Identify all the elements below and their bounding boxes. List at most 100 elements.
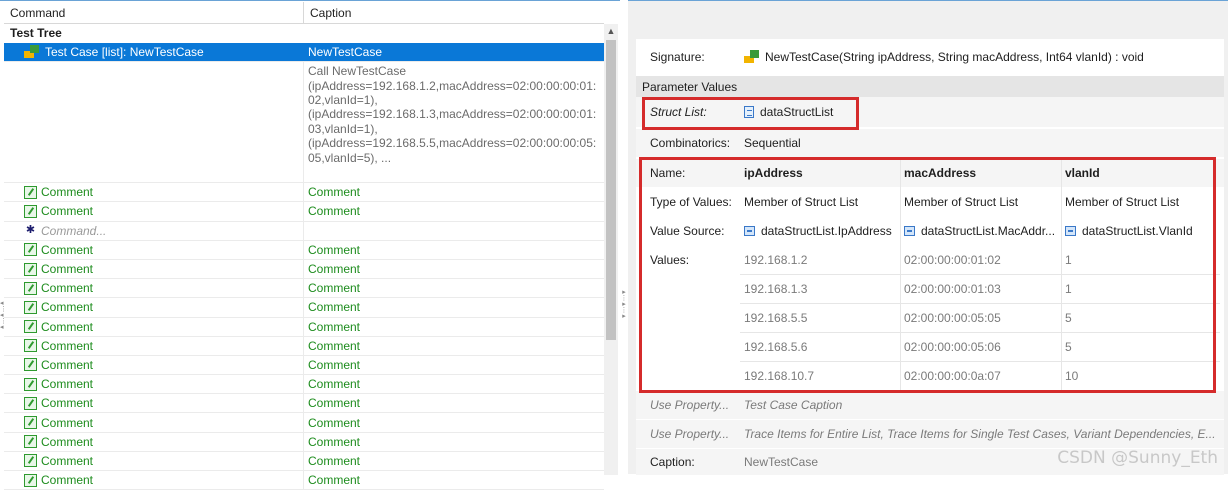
comment-caption: Comment	[308, 357, 361, 372]
properties-panel: Signature: NewTestCase(String ipAddress,…	[636, 39, 1224, 475]
use-property-value: Test Case Caption	[744, 398, 843, 412]
comment-caption: Comment	[308, 396, 361, 411]
comment-command: Comment	[41, 319, 94, 334]
comment-command: Comment	[41, 396, 94, 411]
comment-icon	[24, 473, 37, 487]
comment-icon	[24, 339, 37, 353]
comment-caption: Comment	[308, 338, 361, 353]
comment-icon	[24, 243, 37, 257]
comment-command: Comment	[41, 357, 94, 372]
comment-icon	[24, 377, 37, 391]
comment-icon	[24, 454, 37, 468]
comment-row[interactable]: Comment Comment	[4, 432, 604, 452]
signature-label: Signature:	[650, 50, 705, 64]
caption-value[interactable]: NewTestCase	[744, 455, 818, 469]
use-property-label: Use Property...	[650, 398, 730, 412]
comment-row[interactable]: Comment Comment	[4, 451, 604, 471]
properties-pane: Signature: NewTestCase(String ipAddress,…	[628, 0, 1228, 475]
comment-command: Comment	[41, 262, 94, 277]
comment-command: Comment	[41, 415, 94, 430]
combinatorics-row: Combinatorics: Sequential	[636, 129, 1224, 157]
comment-icon	[24, 416, 37, 430]
new-item-star-icon: ✱	[25, 224, 36, 237]
comment-icon	[24, 358, 37, 372]
signature-value: NewTestCase(String ipAddress, String mac…	[765, 50, 1144, 64]
scroll-up-arrow-icon[interactable]: ▲	[604, 24, 618, 38]
comment-row[interactable]: Comment Comment	[4, 259, 604, 280]
comment-icon	[24, 204, 37, 218]
comment-command: Comment	[41, 300, 94, 315]
comment-caption: Comment	[308, 434, 361, 449]
use-property-row[interactable]: Use Property... Trace Items for Entire L…	[636, 420, 1224, 448]
comment-row[interactable]: Comment Comment	[4, 413, 604, 433]
use-property-row[interactable]: Use Property... Test Case Caption	[636, 391, 1224, 419]
vertical-scrollbar[interactable]: ▲	[604, 24, 618, 475]
comment-caption: Comment	[308, 319, 361, 334]
comment-command: Comment	[41, 377, 94, 392]
comment-command: Comment	[41, 185, 94, 200]
comment-row[interactable]: Comment Comment	[4, 183, 604, 203]
comment-caption: Comment	[308, 300, 361, 315]
test-tree-group-title: Test Tree	[10, 26, 62, 40]
comment-command: Comment	[41, 453, 94, 468]
comment-row[interactable]: Comment Comment	[4, 240, 604, 260]
new-command-row[interactable]: ✱ Command...	[4, 221, 604, 241]
comment-command: Comment	[41, 281, 94, 296]
new-command-placeholder[interactable]: Command...	[41, 224, 106, 238]
use-property-value: Trace Items for Entire List, Trace Items…	[744, 427, 1216, 441]
comment-icon	[24, 396, 37, 410]
comment-row[interactable]: Comment Comment	[4, 298, 604, 318]
pane-splitter-handle-icon[interactable]: ▸ ⋮ ▸ ⋮ ▸	[620, 289, 628, 360]
comment-row[interactable]: Comment Comment	[4, 375, 604, 395]
comment-command: Comment	[41, 242, 94, 257]
call-row[interactable]: Call NewTestCase (ipAddress=192.168.1.2,…	[4, 62, 604, 184]
comment-caption: Comment	[308, 185, 361, 200]
left-splitter-handle-icon[interactable]: ◂ ⋮ ◂ ⋮ ◂	[0, 300, 7, 361]
comment-icon	[24, 300, 37, 314]
test-case-icon	[24, 45, 41, 59]
comment-caption: Comment	[308, 242, 361, 257]
comment-caption: Comment	[308, 204, 361, 219]
test-tree-pane: Command Caption Test Tree Test Case [lis…	[0, 0, 620, 490]
comment-row[interactable]: Comment Comment	[4, 336, 604, 356]
test-case-command: Test Case [list]: NewTestCase	[45, 45, 204, 60]
comment-command: Comment	[41, 338, 94, 353]
combinatorics-label: Combinatorics:	[650, 136, 731, 150]
test-case-row[interactable]: Test Case [list]: NewTestCase NewTestCas…	[4, 43, 604, 63]
caption-column-header[interactable]: Caption	[304, 2, 351, 23]
comment-row[interactable]: Comment Comment	[4, 394, 604, 414]
comment-caption: Comment	[308, 262, 361, 277]
column-header: Command Caption	[4, 2, 604, 24]
test-case-caption: NewTestCase	[308, 45, 383, 60]
comment-caption: Comment	[308, 281, 361, 296]
comment-command: Comment	[41, 473, 94, 488]
parameter-values-title: Parameter Values	[642, 79, 738, 94]
comment-icon	[24, 435, 37, 449]
caption-label: Caption:	[650, 455, 695, 469]
comment-row[interactable]: Comment Comment	[4, 279, 604, 299]
signature-row: Signature: NewTestCase(String ipAddress,…	[636, 43, 1224, 71]
comment-caption: Comment	[308, 415, 361, 430]
parameter-grid-highlight	[639, 157, 1216, 393]
comment-row[interactable]: Comment Comment	[4, 317, 604, 337]
comment-row[interactable]: Comment Comment	[4, 355, 604, 376]
struct-list-highlight	[642, 97, 859, 130]
watermark: CSDN @Sunny_Eth	[1057, 448, 1218, 468]
test-tree-rows: Test Case [list]: NewTestCase NewTestCas…	[4, 43, 604, 490]
command-column-header[interactable]: Command	[4, 2, 304, 23]
comment-caption: Comment	[308, 453, 361, 468]
comment-caption: Comment	[308, 377, 361, 392]
comment-icon	[24, 320, 37, 334]
test-case-icon	[744, 50, 761, 64]
comment-command: Comment	[41, 434, 94, 449]
comment-icon	[24, 281, 37, 295]
parameter-values-section[interactable]: Parameter Values	[636, 76, 1224, 97]
comment-command: Comment	[41, 204, 94, 219]
scroll-thumb[interactable]	[606, 40, 616, 340]
use-property-label: Use Property...	[650, 427, 730, 441]
comment-icon	[24, 262, 37, 276]
call-caption: Call NewTestCase (ipAddress=192.168.1.2,…	[308, 64, 597, 165]
combinatorics-value[interactable]: Sequential	[744, 136, 801, 150]
comment-row[interactable]: Comment Comment	[4, 202, 604, 222]
comment-icon	[24, 185, 37, 199]
